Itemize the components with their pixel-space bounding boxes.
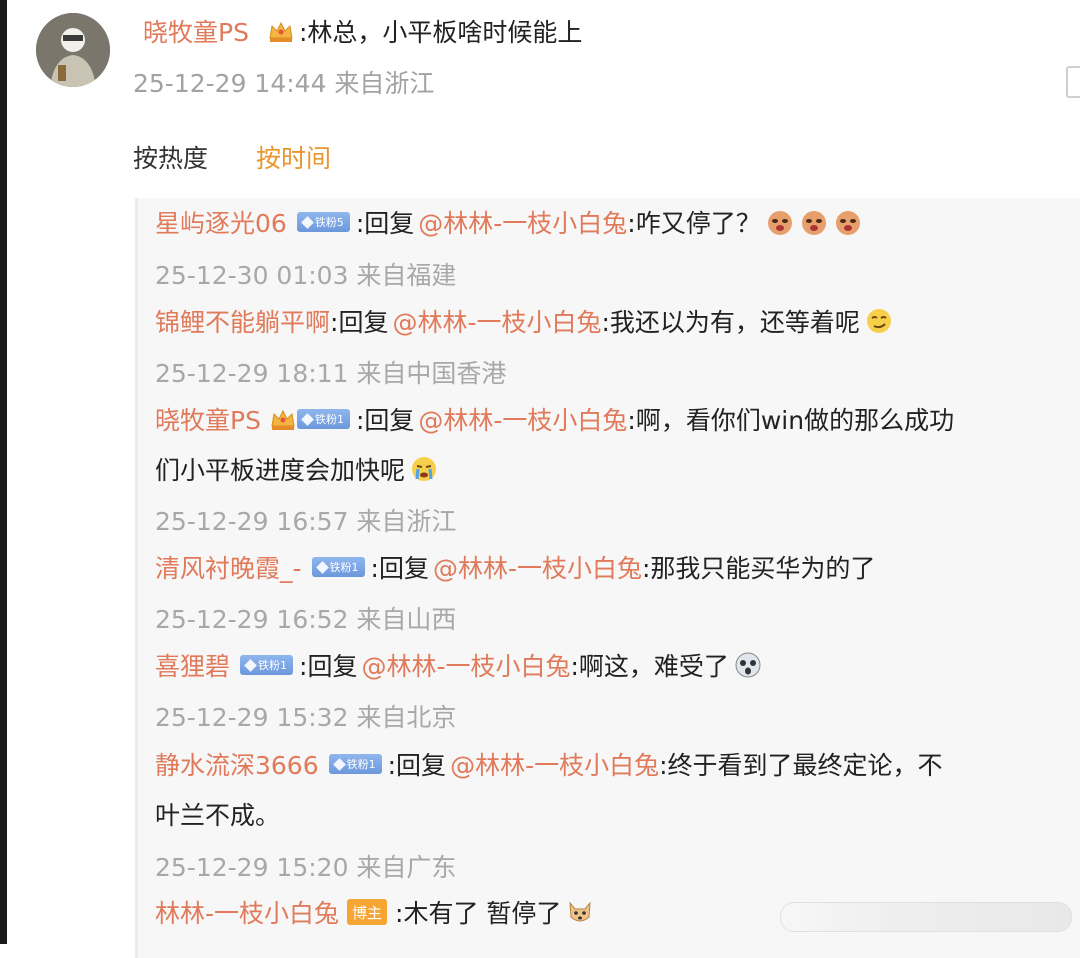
mention-link[interactable]: @林林-一枝小白兔 — [418, 204, 627, 240]
top-comment-text: :林总，小平板啥时候能上 — [298, 18, 583, 47]
reply-meta: 25-12-29 16:52 来自山西 — [155, 605, 457, 634]
smirk-emoji-icon — [864, 306, 894, 336]
comment-input-bar[interactable] — [780, 902, 1072, 932]
reply-username[interactable]: 星屿逐光06 — [155, 204, 287, 240]
reply-item: 静水流深3666 铁粉1 :回复 @林林-一枝小白兔 :终于看到了最终定论，不 — [155, 746, 943, 782]
diamond-icon — [300, 215, 314, 229]
reply-text: :终于看到了最终定论，不 — [659, 751, 943, 780]
diamond-icon — [301, 412, 314, 426]
reply-item-continued: 叶兰不成。 — [155, 796, 280, 832]
reply-text-continued: 们小平板进度会加快呢 — [155, 456, 406, 485]
reply-text: :木有了 暂停了 — [395, 899, 562, 928]
diamond-icon — [315, 560, 329, 574]
reply-username[interactable]: 锦鲤不能躺平啊 — [155, 303, 330, 339]
reply-item: 晓牧童PS 铁粉1 :回复 @林林-一枝小白兔 :啊，看你们win做的那么成功 — [155, 401, 954, 437]
mention-link[interactable]: @林林-一枝小白兔 — [361, 647, 570, 683]
shocked-emoji-icon — [733, 650, 763, 680]
reply-text: :啊这，难受了 — [570, 652, 729, 681]
window-left-edge — [0, 0, 7, 944]
reply-item: 星屿逐光06 铁粉5 :回复 @林林-一枝小白兔 :咋又停了？ — [155, 204, 863, 240]
side-toolbar-button[interactable] — [1066, 66, 1080, 98]
reply-username[interactable]: 静水流深3666 — [155, 746, 319, 782]
crown-icon — [269, 406, 297, 432]
reply-meta: 25-12-30 01:03 来自福建 — [155, 261, 457, 290]
reply-prefix: :回复 — [330, 308, 389, 337]
reply-text-continued: 叶兰不成。 — [155, 801, 281, 830]
reply-prefix: :回复 — [355, 209, 415, 238]
top-comment-meta: 25-12-29 14:44 来自浙江 — [133, 69, 435, 98]
reply-item: 喜狸碧 铁粉1 :回复 @林林-一枝小白兔 :啊这，难受了 — [155, 647, 763, 683]
mention-link[interactable]: @林林-一枝小白兔 — [433, 549, 642, 585]
fan-badge: 铁粉5 — [296, 212, 350, 232]
reply-meta: 25-12-29 18:11 来自中国香港 — [155, 359, 507, 388]
sort-by-time[interactable]: 按时间 — [256, 139, 331, 175]
reply-prefix: :回复 — [299, 652, 358, 681]
crown-icon — [267, 18, 295, 44]
reply-username[interactable]: 林林-一枝小白兔 — [155, 894, 339, 930]
reply-item: 清风衬晚霞_- 铁粉1 :回复 @林林-一枝小白兔 :那我只能买华为的了 — [155, 549, 875, 585]
fan-badge: 铁粉1 — [296, 409, 350, 429]
mention-link[interactable]: @林林-一枝小白兔 — [450, 746, 659, 782]
tears-emoji-icon — [409, 454, 439, 484]
fan-badge: 铁粉1 — [328, 754, 382, 774]
reply-meta: 25-12-29 15:20 来自广东 — [155, 853, 457, 882]
reply-item-continued: 们小平板进度会加快呢 — [155, 451, 439, 487]
crying-emoji-icon — [833, 207, 863, 237]
top-comment-username[interactable]: 晓牧童PS — [143, 13, 249, 49]
diamond-icon — [244, 658, 257, 672]
dog-emoji-icon — [565, 897, 595, 927]
reply-username[interactable]: 清风衬晚霞_- — [155, 549, 302, 585]
author-badge: 博主 — [347, 899, 388, 925]
diamond-icon — [332, 757, 346, 771]
reply-item: 林林-一枝小白兔 博主 :木有了 暂停了 — [155, 894, 595, 930]
reply-text: :我还以为有，还等着呢 — [601, 308, 860, 337]
top-comment: 晓牧童PS :林总，小平板啥时候能上 — [143, 12, 582, 50]
mention-link[interactable]: @林林-一枝小白兔 — [392, 303, 601, 339]
fan-badge: 铁粉1 — [311, 557, 365, 577]
reply-text: :那我只能买华为的了 — [642, 554, 876, 583]
reply-meta: 25-12-29 16:57 来自浙江 — [155, 507, 457, 536]
reply-meta: 25-12-29 15:32 来自北京 — [155, 703, 457, 732]
reply-text: :咋又停了？ — [627, 209, 761, 238]
fan-badge: 铁粉1 — [240, 655, 294, 675]
crying-emoji-icon — [799, 207, 829, 237]
sort-by-hot[interactable]: 按热度 — [133, 139, 208, 175]
avatar[interactable] — [36, 13, 110, 87]
reply-username[interactable]: 喜狸碧 — [155, 647, 230, 683]
crying-emoji-icon — [765, 207, 795, 237]
reply-item: 锦鲤不能躺平啊 :回复 @林林-一枝小白兔 :我还以为有，还等着呢 — [155, 303, 894, 339]
reply-prefix: :回复 — [370, 554, 429, 583]
reply-prefix: :回复 — [387, 751, 447, 780]
reply-text: :啊，看你们win做的那么成功 — [627, 406, 955, 435]
reply-prefix: :回复 — [355, 406, 415, 435]
mention-link[interactable]: @林林-一枝小白兔 — [418, 401, 627, 437]
reply-username[interactable]: 晓牧童PS — [155, 401, 261, 437]
